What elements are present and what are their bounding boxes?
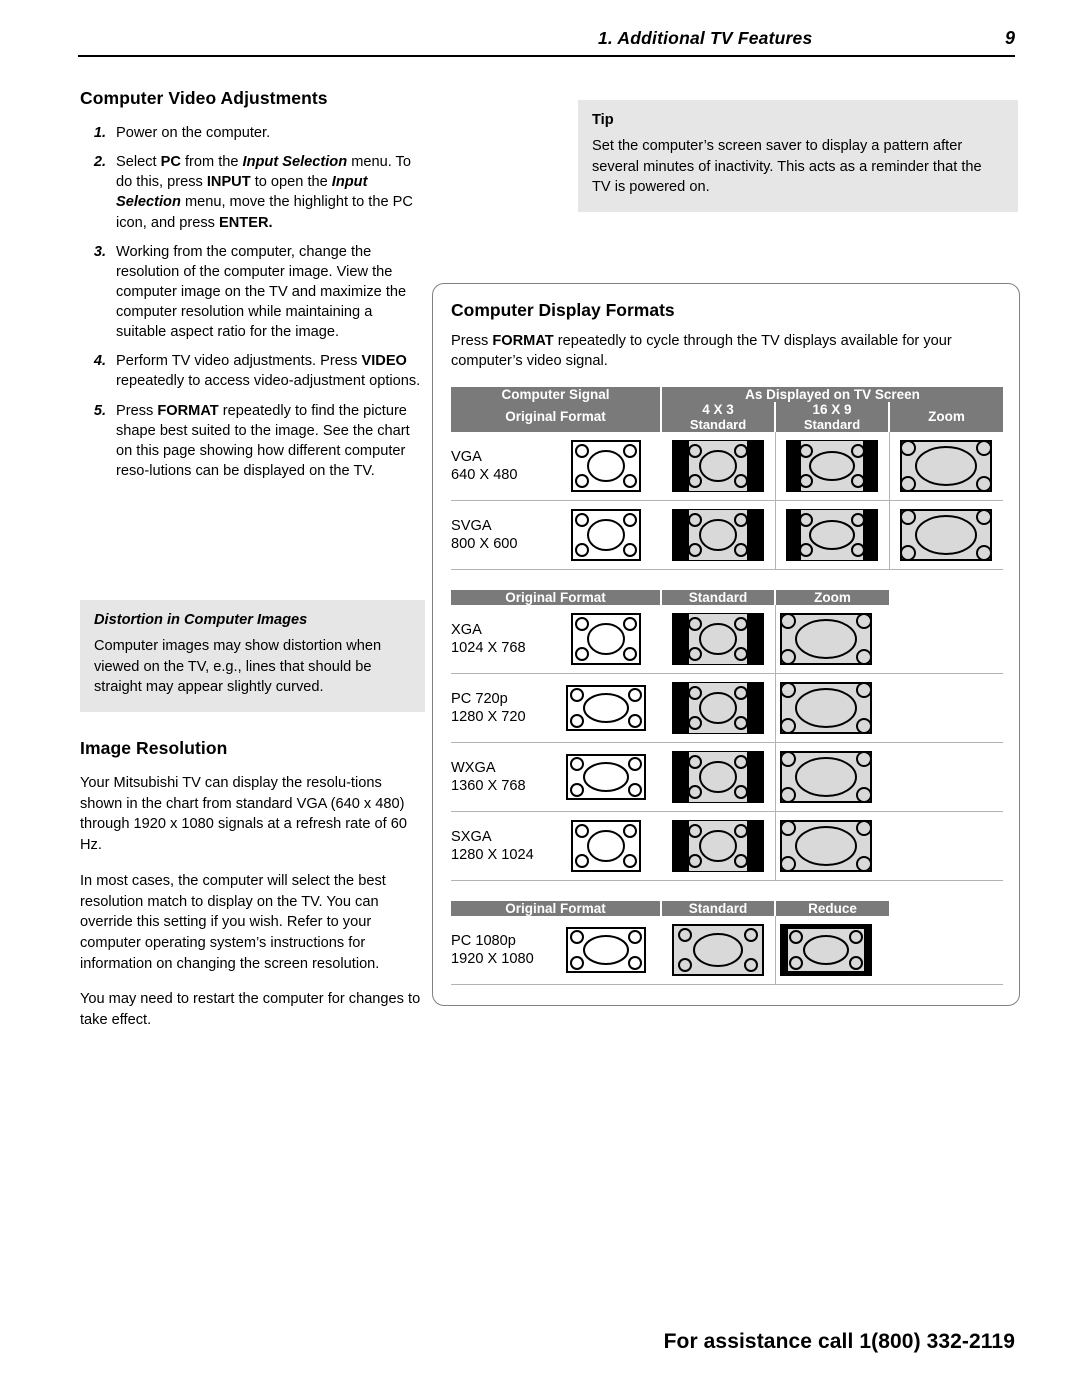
paragraph: You may need to restart the computer for… (80, 991, 421, 1029)
table-header-sub: Original Format 4 X 3 Standard 16 X 9 Standa… (451, 401, 1004, 432)
paragraph: In most cases, the computer will select … (80, 872, 386, 972)
cell-standard (661, 742, 776, 812)
cell-zoom (775, 673, 1003, 743)
table-header-top: Computer Signal As Displayed on TV Screen (451, 386, 1004, 402)
row-label: SVGA 800 X 600 (451, 500, 661, 570)
table-header: Original Format Standard Reduce (451, 900, 1003, 916)
header-4x3: 4 X 3 Standard (661, 401, 776, 432)
formats-table-2: Original Format Standard Zoom XGA 1024 X 768… (451, 589, 1003, 881)
section-title-image-resolution: Image Resolution (80, 738, 228, 758)
cell-standard (661, 673, 776, 743)
step-item: 5. Press FORMAT repeatedly to find the pi… (80, 401, 425, 482)
tip-box: Tip Set the computer’s screen saver to d… (578, 100, 1018, 213)
step-text: Power on the computer. (116, 125, 271, 141)
cell-zoom (775, 811, 1003, 881)
header-standard: Standard (661, 589, 776, 605)
tip-title: Tip (592, 112, 614, 128)
cell-zoom (775, 742, 1003, 812)
distortion-callout-title: Distortion in Computer Images (94, 612, 308, 628)
paragraph: Your Mitsubishi TV can display the resol… (80, 775, 407, 854)
step-text: Press FORMAT repeatedly to find the pict… (116, 402, 410, 479)
cell-standard (661, 915, 776, 985)
cell-reduce (775, 915, 1003, 985)
cell-standard (661, 811, 776, 881)
image-resolution-paragraphs: Your Mitsubishi TV can display the resol… (80, 773, 425, 1031)
formats-table-1: Computer Signal As Displayed on TV Screen… (451, 386, 1004, 570)
formats-title: Computer Display Formats (451, 300, 675, 320)
cell-4x3-standard (661, 431, 776, 501)
row-label: PC 1080p 1920 X 1080 (451, 915, 661, 985)
document-page: 1. Additional TV Features 9 Computer Vid… (0, 0, 1080, 1397)
header-computer-signal: Computer Signal (451, 386, 662, 402)
header-original-format: Original Format (451, 401, 662, 432)
cell-zoom (775, 604, 1003, 674)
left-column: Computer Video Adjustments 1. Power on th… (80, 88, 425, 490)
formats-lead: Press FORMAT repeatedly to cycle through… (451, 333, 952, 370)
row-label: PC 720p 1280 X 720 (451, 673, 661, 743)
step-number: 3. (93, 243, 106, 260)
step-number: 2. (93, 154, 106, 171)
step-item: 4. Perform TV video adjustments. Press VI… (80, 351, 425, 391)
formats-table-3: Original Format Standard Reduce PC 1080p 192… (451, 900, 1003, 985)
chapter-title: 1. Additional TV Features (598, 28, 813, 48)
header-original-format: Original Format (451, 589, 662, 605)
table-row: XGA 1024 X 768 (451, 604, 1003, 674)
step-number: 5. (93, 402, 106, 419)
steps-list: 1. Power on the computer. 2. Select PC from… (80, 123, 425, 481)
step-item: 2. Select PC from the Input Selection men… (80, 152, 425, 233)
page-footer: For assistance call 1(800) 332-2119 (663, 1330, 1015, 1353)
row-label: SXGA 1280 X 1024 (451, 811, 661, 881)
step-text: Working from the computer, change the re… (116, 243, 407, 341)
step-item: 1. Power on the computer. (80, 123, 425, 143)
cell-standard (661, 604, 776, 674)
cell-zoom (889, 500, 1004, 570)
cell-16x9-standard (775, 431, 890, 501)
step-text: Perform TV video adjustments. Press VIDE… (116, 353, 421, 390)
distortion-callout-box: Distortion in Computer Images Computer i… (80, 600, 425, 713)
computer-display-formats-panel: Computer Display Formats Press FORMAT re… (432, 283, 1020, 1006)
header-zoom: Zoom (889, 401, 1004, 432)
header-16x9: 16 X 9 Standard (775, 401, 890, 432)
row-label: VGA 640 X 480 (451, 431, 661, 501)
header-reduce: Reduce (775, 900, 889, 916)
page-number: 9 (1004, 28, 1015, 48)
table-row: VGA 640 X 480 (451, 431, 1004, 501)
step-number: 1. (93, 125, 106, 141)
row-label: WXGA 1360 X 768 (451, 742, 661, 812)
table-row: PC 1080p 1920 X 1080 (451, 915, 1003, 985)
tip-body: Set the computer’s screen saver to displ… (592, 138, 982, 196)
step-number: 4. (93, 353, 106, 370)
section-title-computer-video-adjustments: Computer Video Adjustments (80, 88, 328, 108)
cell-4x3-standard (661, 500, 776, 570)
table-header: Original Format Standard Zoom (451, 589, 1003, 605)
header-as-displayed: As Displayed on TV Screen (661, 386, 1004, 402)
distortion-callout-body: Computer images may show distortion when… (94, 638, 382, 696)
header-standard: Standard (661, 900, 776, 916)
cell-zoom (889, 431, 1004, 501)
step-text: Select PC from the Input Selection menu.… (116, 154, 413, 231)
cell-16x9-standard (775, 500, 890, 570)
page-header: 1. Additional TV Features 9 (78, 28, 1015, 57)
header-original-format: Original Format (451, 900, 662, 916)
table-row: SVGA 800 X 600 (451, 500, 1004, 570)
header-zoom: Zoom (775, 589, 889, 605)
row-label: XGA 1024 X 768 (451, 604, 661, 674)
step-item: 3. Working from the computer, change the … (80, 242, 425, 343)
table-row: WXGA 1360 X 768 (451, 742, 1003, 812)
table-row: SXGA 1280 X 1024 (451, 811, 1003, 881)
image-resolution-section: Image Resolution Your Mitsubishi TV can … (80, 738, 425, 1046)
table-row: PC 720p 1280 X 720 (451, 673, 1003, 743)
